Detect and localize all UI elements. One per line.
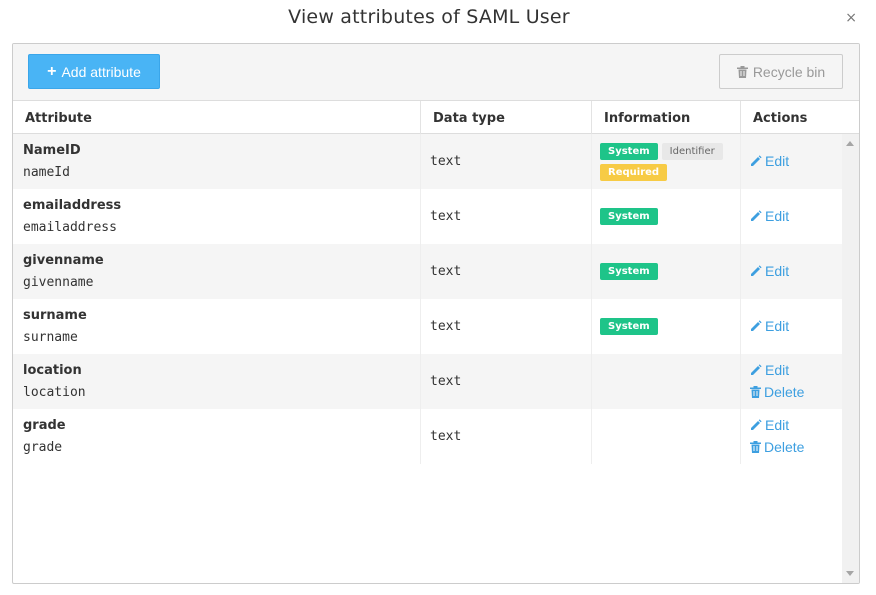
edit-label: Edit	[765, 263, 790, 279]
pencil-icon	[751, 265, 762, 276]
attribute-key: surname	[23, 330, 78, 345]
attribute-key: location	[23, 385, 86, 400]
table-row: location location text Edit Delete	[13, 354, 843, 409]
dialog-title: View attributes of SAML User	[288, 6, 570, 28]
trash-icon	[736, 65, 748, 78]
add-attribute-label: Add attribute	[61, 63, 141, 80]
pencil-icon	[751, 155, 762, 166]
table-body: NameID nameId text System Identifier Req…	[13, 134, 843, 464]
pencil-icon	[751, 419, 762, 430]
system-badge: System	[600, 143, 658, 160]
data-type-cell: text	[421, 244, 592, 299]
edit-label: Edit	[765, 318, 790, 334]
data-type-value: text	[430, 429, 462, 444]
attribute-display-name: givenname	[23, 253, 104, 268]
actions-cell: Edit	[741, 134, 843, 189]
actions-cell: Edit Delete	[741, 354, 843, 409]
table-row: emailaddress emailaddress text System Ed…	[13, 189, 843, 244]
column-header-actions: Actions	[741, 101, 843, 134]
delete-link[interactable]: Delete	[750, 439, 804, 455]
attribute-display-name: location	[23, 363, 82, 378]
information-cell: System	[592, 189, 741, 244]
data-type-value: text	[430, 264, 462, 279]
required-badge: Required	[600, 164, 668, 181]
attribute-key: givenname	[23, 275, 94, 290]
actions-cell: Edit	[741, 244, 843, 299]
actions-cell: Edit	[741, 299, 843, 354]
table-row: NameID nameId text System Identifier Req…	[13, 134, 843, 189]
attribute-display-name: emailaddress	[23, 198, 122, 213]
delete-label: Delete	[764, 384, 805, 400]
edit-label: Edit	[765, 417, 790, 433]
trash-icon	[750, 386, 761, 398]
attribute-cell: surname surname	[13, 299, 421, 354]
edit-label: Edit	[765, 362, 790, 378]
edit-link[interactable]: Edit	[750, 263, 789, 279]
scroll-down-arrow-icon[interactable]	[846, 571, 854, 576]
toolbar: + Add attribute Recycle bin	[13, 44, 859, 101]
edit-link[interactable]: Edit	[750, 153, 789, 169]
attribute-key: grade	[23, 440, 63, 455]
delete-label: Delete	[764, 439, 805, 455]
pencil-icon	[751, 320, 762, 331]
attribute-cell: NameID nameId	[13, 134, 421, 189]
table-row: grade grade text Edit Delete	[13, 409, 843, 464]
information-cell	[592, 409, 741, 464]
vertical-scrollbar[interactable]	[842, 134, 859, 583]
scroll-up-arrow-icon[interactable]	[846, 141, 854, 146]
data-type-cell: text	[421, 189, 592, 244]
edit-label: Edit	[765, 153, 790, 169]
edit-link[interactable]: Edit	[750, 318, 789, 334]
table-row: givenname givenname text System Edit	[13, 244, 843, 299]
recycle-bin-button[interactable]: Recycle bin	[719, 54, 843, 89]
data-type-value: text	[430, 154, 462, 169]
attribute-key: emailaddress	[23, 220, 117, 235]
edit-link[interactable]: Edit	[750, 362, 789, 378]
delete-link[interactable]: Delete	[750, 384, 804, 400]
column-header-information[interactable]: Information	[592, 101, 741, 134]
plus-icon: +	[47, 62, 57, 80]
information-cell: System Identifier Required	[592, 134, 741, 189]
pencil-icon	[751, 210, 762, 221]
column-header-data-type[interactable]: Data type	[421, 101, 592, 134]
information-cell: System	[592, 244, 741, 299]
attribute-cell: givenname givenname	[13, 244, 421, 299]
attribute-display-name: surname	[23, 308, 87, 323]
data-type-value: text	[430, 319, 462, 334]
edit-label: Edit	[765, 208, 790, 224]
information-cell: System	[592, 299, 741, 354]
information-cell	[592, 354, 741, 409]
close-icon[interactable]: ×	[845, 10, 857, 26]
edit-link[interactable]: Edit	[750, 208, 789, 224]
system-badge: System	[600, 318, 658, 335]
data-type-cell: text	[421, 299, 592, 354]
header-scroll-gap	[842, 101, 859, 134]
column-header-attribute[interactable]: Attribute	[13, 101, 421, 134]
identifier-badge: Identifier	[661, 143, 723, 160]
system-badge: System	[600, 263, 658, 280]
edit-link[interactable]: Edit	[750, 417, 789, 433]
table-header: Attribute Data type Information Actions	[13, 101, 843, 134]
actions-cell: Edit Delete	[741, 409, 843, 464]
attribute-cell: grade grade	[13, 409, 421, 464]
data-type-value: text	[430, 374, 462, 389]
data-type-cell: text	[421, 354, 592, 409]
attribute-display-name: grade	[23, 418, 66, 433]
attribute-key: nameId	[23, 165, 70, 180]
data-type-cell: text	[421, 134, 592, 189]
attribute-cell: location location	[13, 354, 421, 409]
actions-cell: Edit	[741, 189, 843, 244]
table-row: surname surname text System Edit	[13, 299, 843, 354]
system-badge: System	[600, 208, 658, 225]
recycle-bin-label: Recycle bin	[752, 63, 826, 80]
add-attribute-button[interactable]: + Add attribute	[28, 54, 160, 89]
pencil-icon	[751, 364, 762, 375]
data-type-cell: text	[421, 409, 592, 464]
attributes-panel: + Add attribute Recycle bin Attribute Da…	[12, 43, 860, 584]
trash-icon	[750, 441, 761, 453]
data-type-value: text	[430, 209, 462, 224]
attribute-display-name: NameID	[23, 143, 81, 158]
attribute-cell: emailaddress emailaddress	[13, 189, 421, 244]
